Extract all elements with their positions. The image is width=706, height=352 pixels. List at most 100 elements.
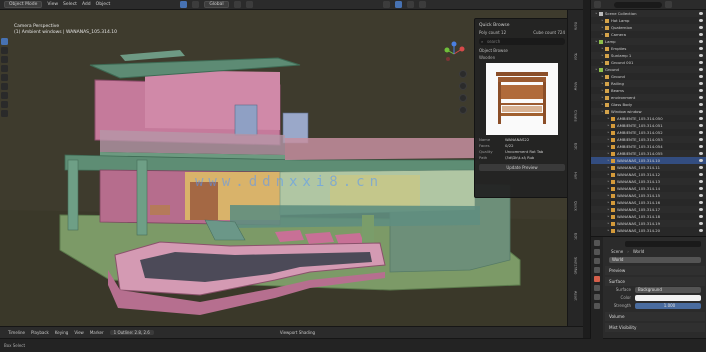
camera-view-icon[interactable] [459,94,467,102]
outliner-row[interactable]: ▸ Beams [591,87,706,94]
modifier-props-icon[interactable] [594,294,600,300]
playback-menu[interactable]: Playback [31,330,49,335]
tab-edit-2[interactable]: Edit [574,222,578,250]
visibility-eye-icon[interactable] [699,12,703,15]
outliner-row[interactable]: ▸ Empties [591,45,706,52]
visibility-eye-icon[interactable] [699,110,703,113]
color-swatch[interactable] [635,295,701,301]
visibility-eye-icon[interactable] [699,138,703,141]
keying-menu[interactable]: Keying [55,330,68,335]
visibility-eye-icon[interactable] [699,82,703,85]
select-mode-icon[interactable] [180,1,188,8]
outliner-row[interactable]: ▸ WANANAS_105.314.11 [591,164,706,171]
visibility-eye-icon[interactable] [699,145,703,148]
scale-tool-icon[interactable] [1,74,8,81]
snap-icon[interactable] [233,1,241,8]
menu-add[interactable]: Add [82,2,91,7]
outliner-row[interactable]: ▸ AMBIENTE_105.314.050 [591,115,706,122]
outliner-row[interactable]: ▸ WANANAS_105.314.20 [591,227,706,234]
outliner-row[interactable]: ▸ Ground [591,73,706,80]
visibility-eye-icon[interactable] [699,75,703,78]
visibility-eye-icon[interactable] [699,96,703,99]
tab-hair[interactable]: Hair [574,162,578,190]
outliner-row[interactable]: ▸ Railing [591,80,706,87]
section-mist[interactable]: Mist Visibility [605,323,705,332]
outliner-row[interactable]: ▸ Window window [591,108,706,115]
outliner-row[interactable]: ▸ WANANAS_105.314.16 [591,199,706,206]
overlay-icon[interactable] [382,1,390,8]
tab-asset[interactable]: Asset [574,282,578,310]
zoom-icon[interactable] [459,70,467,78]
world-name-field[interactable]: World [609,257,701,263]
display-mode-icon[interactable] [594,1,601,8]
visibility-eye-icon[interactable] [699,215,703,218]
update-preview-button[interactable]: Update Preview [479,164,565,171]
visibility-eye-icon[interactable] [699,152,703,155]
outliner-row[interactable]: ▸ WANANAS_105.314.13 [591,178,706,185]
section-surface[interactable]: Surface [605,277,705,286]
output-props-icon[interactable] [594,258,600,264]
pan-icon[interactable] [459,82,467,90]
visibility-eye-icon[interactable] [699,26,703,29]
visibility-eye-icon[interactable] [699,47,703,50]
visibility-eye-icon[interactable] [699,68,703,71]
visibility-eye-icon[interactable] [699,54,703,57]
material-shading-icon[interactable] [406,1,414,8]
object-props-icon[interactable] [594,285,600,291]
menu-view[interactable]: View [47,2,58,7]
strength-field[interactable]: 1.000 [635,303,701,309]
outliner-row[interactable]: ▸ WANANAS_105.314.10 [591,157,706,164]
rendered-shading-icon[interactable] [418,1,426,8]
visibility-eye-icon[interactable] [699,166,703,169]
filter-icon[interactable] [665,1,672,8]
outliner-row[interactable]: ▸ environment [591,94,706,101]
outliner-row[interactable]: ▸ WANANAS_105.314.19 [591,220,706,227]
outliner-row[interactable]: ▸ Scene Collection [591,10,706,17]
move-mode-icon[interactable] [192,1,200,8]
outliner-row[interactable]: ▸ Hot Lamp [591,17,706,24]
material-props-icon[interactable] [594,303,600,309]
render-props-icon[interactable] [594,249,600,255]
outliner-row[interactable]: ▸ AMBIENTE_105.314.053 [591,136,706,143]
asset-search-input[interactable]: ⌕ search [479,38,565,45]
outliner-row[interactable]: ▸ WANANAS_105.314.17 [591,206,706,213]
outliner-row[interactable]: ▸ WANANAS_105.314.15 [591,192,706,199]
outliner-row[interactable]: ▸ AMBIENTE_105.314.051 [591,122,706,129]
visibility-eye-icon[interactable] [699,222,703,225]
surface-shader-field[interactable]: Background [635,287,701,293]
menu-select[interactable]: Select [63,2,77,7]
world-props-icon[interactable] [594,276,600,282]
annotate-tool-icon[interactable] [1,92,8,99]
transform-tool-icon[interactable] [1,83,8,90]
tab-edit[interactable]: Edit [574,132,578,160]
frame-field[interactable]: 1 Outline: 2.8, 2.6 [109,330,154,335]
visibility-eye-icon[interactable] [699,61,703,64]
solid-shading-icon[interactable] [394,1,402,8]
visibility-eye-icon[interactable] [699,180,703,183]
outliner-search-input[interactable] [614,1,662,8]
visibility-eye-icon[interactable] [699,194,703,197]
tab-tool[interactable]: Tool [574,42,578,70]
scene-props-icon[interactable] [594,267,600,273]
outliner-row[interactable]: ▸ Glass Body [591,101,706,108]
add-cube-tool-icon[interactable] [1,110,8,117]
tab-create[interactable]: Create [574,102,578,130]
tool-props-icon[interactable] [594,240,600,246]
visibility-eye-icon[interactable] [699,208,703,211]
visibility-eye-icon[interactable] [699,131,703,134]
visibility-eye-icon[interactable] [699,187,703,190]
tab-item[interactable]: Item [574,12,578,40]
visibility-eye-icon[interactable] [699,201,703,204]
asset-thumbnail[interactable] [486,63,558,135]
move-tool-icon[interactable] [1,56,8,63]
visibility-eye-icon[interactable] [699,117,703,120]
properties-search-input[interactable] [625,240,701,247]
timeline-menu[interactable]: Timeline [8,330,25,335]
outliner-row[interactable]: ▸ Sunlamp 1 [591,52,706,59]
visibility-eye-icon[interactable] [699,19,703,22]
outliner-row[interactable]: ▸ Ground 001 [591,59,706,66]
rotate-tool-icon[interactable] [1,65,8,72]
visibility-eye-icon[interactable] [699,33,703,36]
outliner-row[interactable]: ▸ Ground [591,66,706,73]
select-tool-icon[interactable] [1,38,8,45]
